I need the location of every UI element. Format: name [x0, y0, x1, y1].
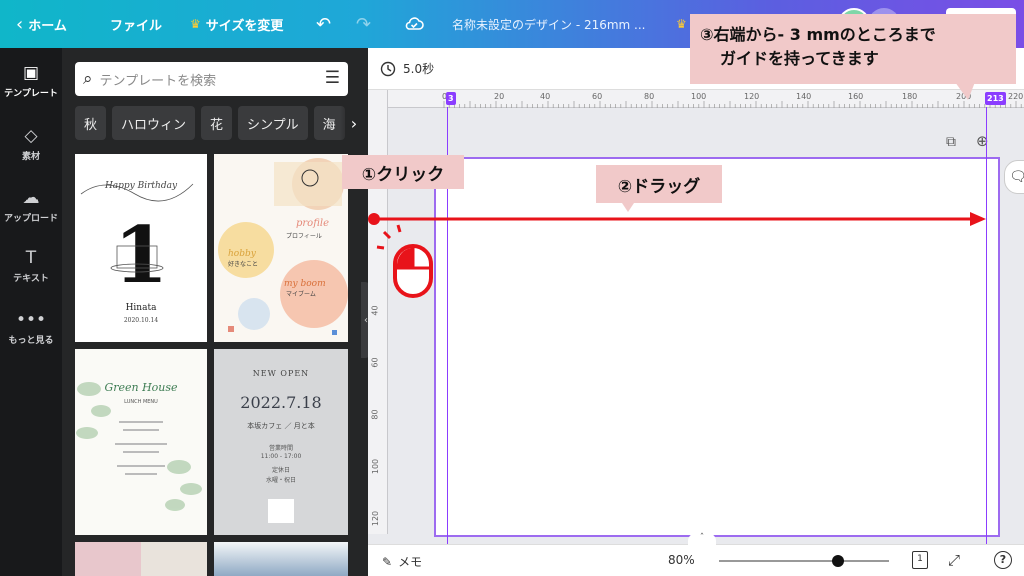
callout-drag: ②ドラッグ [596, 165, 722, 203]
callout-guide-line2: ガイドを持ってきます [720, 49, 879, 68]
callout-guide: ③右端から- 3 mmのところまで ガイドを持ってきます [690, 14, 1016, 84]
drag-arrow [368, 212, 986, 226]
callout-guide-line1: ③右端から- 3 mmのところまで [700, 25, 936, 44]
callout-tail [622, 203, 634, 212]
callout-drag-text: ②ドラッグ [617, 176, 701, 197]
mouse-click-icon [376, 224, 433, 298]
callout-click-text: ①クリック [361, 164, 445, 185]
callout-click: ①クリック [342, 155, 464, 189]
callout-tail [955, 82, 975, 100]
annotation-layer [368, 82, 986, 298]
app-window: { "topbar": { "home": "ホーム", "file": "ファ… [0, 0, 1024, 576]
